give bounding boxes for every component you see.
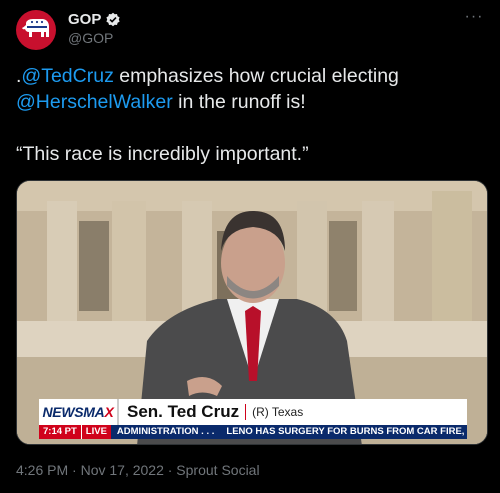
ticker-item: LENO HAS SURGERY FOR BURNS FROM CAR FIRE… <box>226 426 467 437</box>
account-handle[interactable]: @GOP <box>68 30 121 46</box>
ticker-live: LIVE <box>80 425 111 439</box>
lower-third: NEWSMAX Sen. Ted Cruz (R) Texas <box>39 399 467 425</box>
tweet-line-1: .@TedCruz emphasizes how crucial electin… <box>16 63 486 89</box>
ticker-time: 7:14 PT <box>39 425 81 439</box>
more-options-icon[interactable]: ··· <box>464 9 484 30</box>
tweet-line-2: @HerschelWalker in the runoff is! <box>16 89 486 115</box>
video-media[interactable]: NEWSMAX Sen. Ted Cruz (R) Texas 7:14 PT … <box>16 180 488 445</box>
news-ticker: 7:14 PT LIVE ADMINISTRATION . . . LENO H… <box>39 425 467 439</box>
verified-badge-icon <box>106 12 120 26</box>
tweet-timestamp[interactable]: 4:26 PM · Nov 17, 2022 · Sprout Social <box>16 462 260 478</box>
mention-tedcruz[interactable]: @TedCruz <box>21 65 113 87</box>
tweet-header: GOP @GOP ··· <box>16 8 486 50</box>
display-name[interactable]: GOP <box>68 11 101 28</box>
plate-divider <box>245 404 247 420</box>
tweet-quote: “This race is incredibly important.” <box>16 143 309 165</box>
tweet-text: .@TedCruz emphasizes how crucial electin… <box>16 63 486 167</box>
tweet-text-2: in the runoff is! <box>172 91 306 113</box>
mention-herschelwalker[interactable]: @HerschelWalker <box>16 91 173 113</box>
name-plate: Sen. Ted Cruz (R) Texas <box>117 399 467 425</box>
tweet-text-1: emphasizes how crucial electing <box>113 65 399 87</box>
elephant-icon <box>22 19 49 37</box>
speaker-party: (R) Texas <box>252 405 304 419</box>
ticker-item: ADMINISTRATION . . . <box>116 426 215 437</box>
network-logo: NEWSMAX <box>39 399 117 425</box>
network-logo-x: X <box>104 404 114 420</box>
account-names: GOP @GOP <box>68 11 121 46</box>
elephant-logo-icon[interactable] <box>16 10 56 50</box>
network-logo-text: NEWSMA <box>42 404 105 420</box>
speaker-name: Sen. Ted Cruz <box>127 402 240 421</box>
